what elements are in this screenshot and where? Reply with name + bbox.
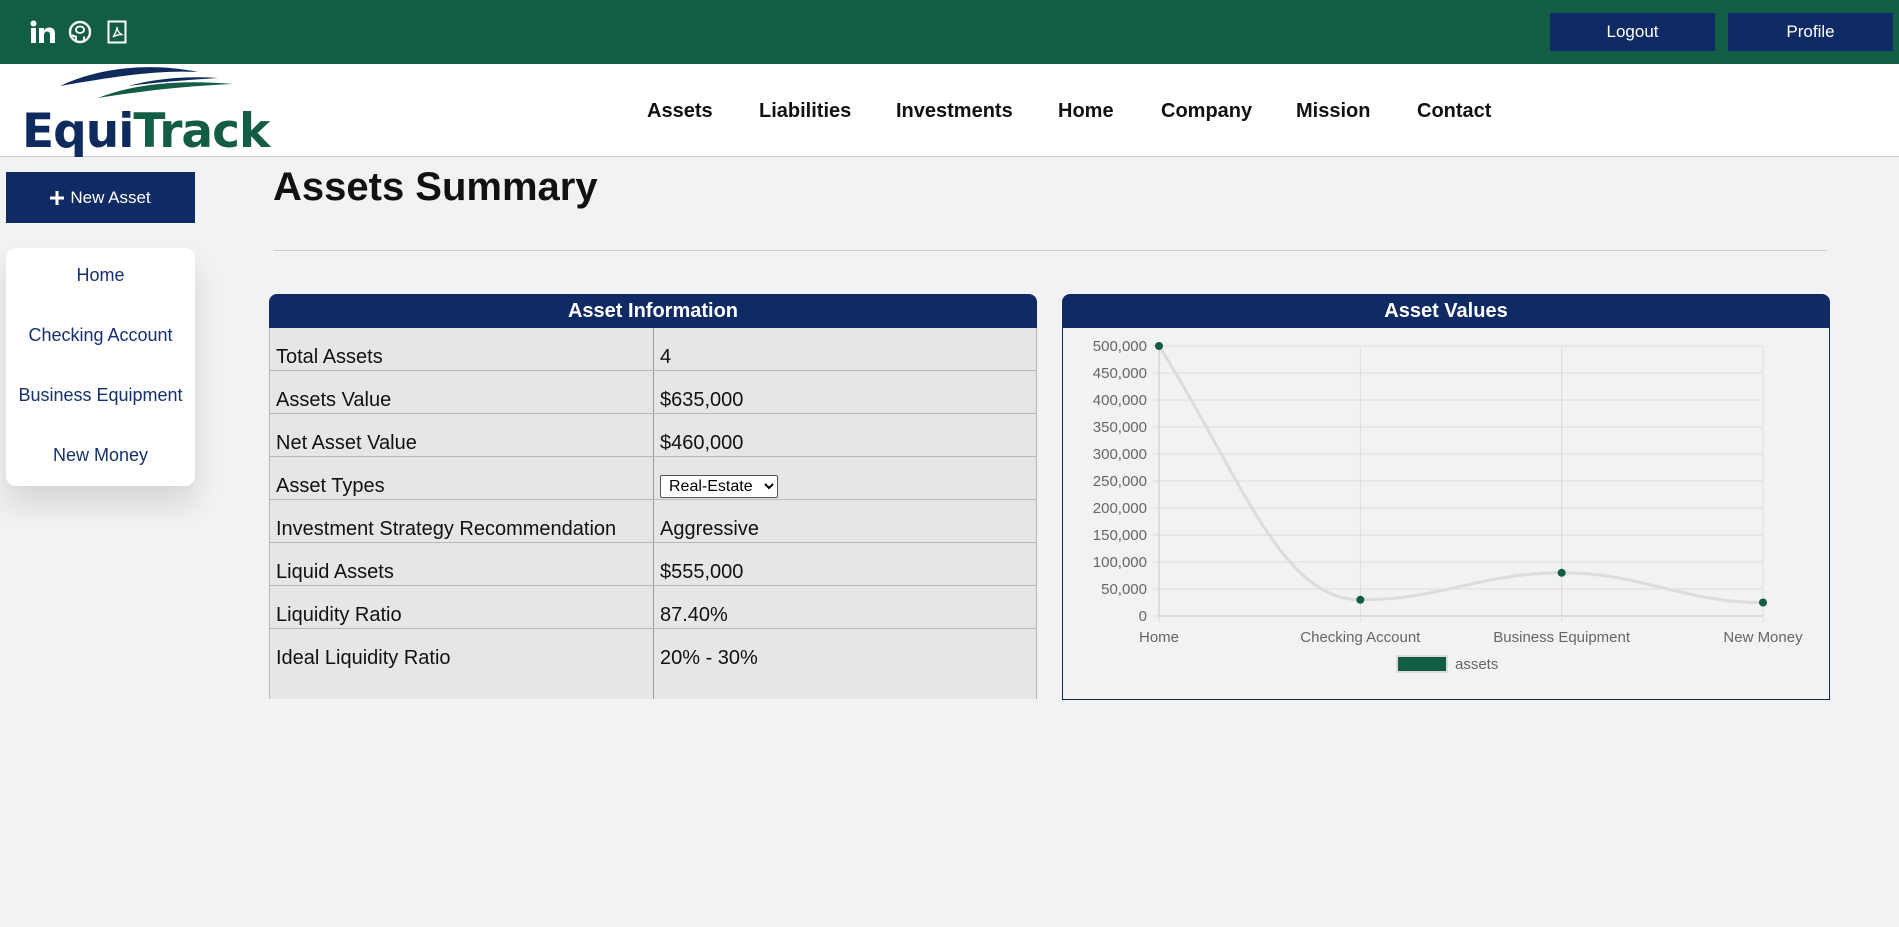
legend-label: assets (1455, 656, 1498, 673)
row-label: Total Assets (276, 346, 383, 368)
legend-swatch (1396, 655, 1448, 673)
row-label: Net Asset Value (276, 432, 417, 454)
series-line (1157, 345, 1764, 604)
data-point (1557, 568, 1566, 577)
y-tick-label: 450,000 (1093, 365, 1147, 382)
logout-button[interactable]: Logout (1550, 13, 1715, 51)
row-value: 4 (660, 346, 672, 368)
y-tick-label: 100,000 (1093, 554, 1147, 571)
pdf-document-icon[interactable] (103, 18, 131, 46)
row-value: Aggressive (660, 518, 759, 540)
data-point (1155, 342, 1163, 350)
sidebar-item-checking-account[interactable]: Checking Account (6, 325, 195, 346)
plus-icon (50, 190, 65, 205)
sidebar-item-home[interactable]: Home (6, 265, 195, 286)
top-bar: Logout Profile (0, 0, 1899, 64)
table-row: Investment Strategy Recommendation Aggre… (270, 500, 1036, 543)
table-row: Net Asset Value $460,000 (270, 414, 1036, 457)
linkedin-icon[interactable] (29, 18, 57, 46)
row-label: Investment Strategy Recommendation (276, 518, 617, 540)
new-asset-button[interactable]: New Asset (6, 172, 195, 223)
row-label: Assets Value (276, 389, 392, 411)
header: EquiTrack Assets Liabilities Investments… (0, 64, 1899, 157)
row-label: Liquidity Ratio (276, 604, 402, 626)
asset-values-heading: Asset Values (1062, 294, 1830, 329)
y-tick-label: 400,000 (1093, 392, 1147, 409)
y-tick-label: 350,000 (1093, 419, 1147, 436)
table-row: Total Assets 4 (270, 328, 1036, 371)
nav-liabilities[interactable]: Liabilities (759, 100, 851, 123)
y-tick-label: 500,000 (1093, 338, 1147, 355)
nav-company[interactable]: Company (1161, 100, 1252, 123)
table-row: Liquid Assets $555,000 (270, 543, 1036, 586)
logo-swoosh-icon (60, 67, 233, 98)
divider (273, 250, 1827, 251)
logo[interactable]: EquiTrack (20, 64, 270, 157)
sidebar-item-new-money[interactable]: New Money (6, 445, 195, 466)
nav-contact[interactable]: Contact (1417, 100, 1491, 123)
profile-button[interactable]: Profile (1728, 13, 1893, 51)
nav-investments[interactable]: Investments (896, 100, 1013, 123)
row-value: 20% - 30% (660, 647, 758, 669)
y-tick-label: 300,000 (1093, 446, 1147, 463)
asset-types-select[interactable]: Real-Estate (660, 475, 778, 498)
table-row: Liquidity Ratio 87.40% (270, 586, 1036, 629)
x-tick-label: New Money (1723, 629, 1803, 646)
nav-mission[interactable]: Mission (1296, 100, 1370, 123)
y-tick-label: 150,000 (1093, 527, 1147, 544)
new-asset-label: New Asset (70, 187, 151, 207)
logo-equi: Equi (22, 104, 134, 159)
row-value: $460,000 (660, 432, 744, 454)
sidebar-item-business-equipment[interactable]: Business Equipment (6, 385, 195, 406)
row-label: Liquid Assets (276, 561, 394, 583)
y-tick-label: 0 (1139, 608, 1147, 625)
table-row: Assets Value $635,000 (270, 371, 1036, 414)
x-tick-label: Business Equipment (1493, 629, 1631, 646)
asset-information-table: Total Assets 4 Assets Value $635,000 Net… (269, 328, 1037, 699)
nav-assets[interactable]: Assets (647, 100, 713, 123)
line-chart: 0 50,000 100,000 150,000 200,000 250,000 300,0… (1093, 338, 1803, 673)
row-value: $635,000 (660, 389, 744, 411)
row-value: 87.40% (660, 604, 728, 626)
x-tick-label: Checking Account (1300, 629, 1421, 646)
table-row: Asset Types Real-Estate (270, 457, 1036, 500)
y-tick-label: 50,000 (1101, 581, 1147, 598)
logo-track: Track (133, 104, 270, 159)
sidebar-menu: Home Checking Account Business Equipment… (6, 248, 195, 486)
github-icon[interactable] (66, 18, 94, 46)
table-row: Ideal Liquidity Ratio 20% - 30% (270, 629, 1036, 699)
asset-information-heading: Asset Information (269, 294, 1037, 329)
page-title: Assets Summary (273, 165, 598, 209)
y-tick-label: 200,000 (1093, 500, 1147, 517)
nav-home[interactable]: Home (1058, 100, 1114, 123)
row-label: Ideal Liquidity Ratio (276, 647, 451, 669)
y-tick-label: 250,000 (1093, 473, 1147, 490)
data-point (1356, 595, 1365, 604)
logo-wordmark: EquiTrack (22, 108, 270, 155)
row-value: $555,000 (660, 561, 744, 583)
row-label: Asset Types (276, 475, 385, 497)
x-tick-label: Home (1139, 629, 1179, 646)
asset-values-chart: 0 50,000 100,000 150,000 200,000 250,000 300,0… (1062, 328, 1830, 700)
data-point (1759, 598, 1767, 607)
